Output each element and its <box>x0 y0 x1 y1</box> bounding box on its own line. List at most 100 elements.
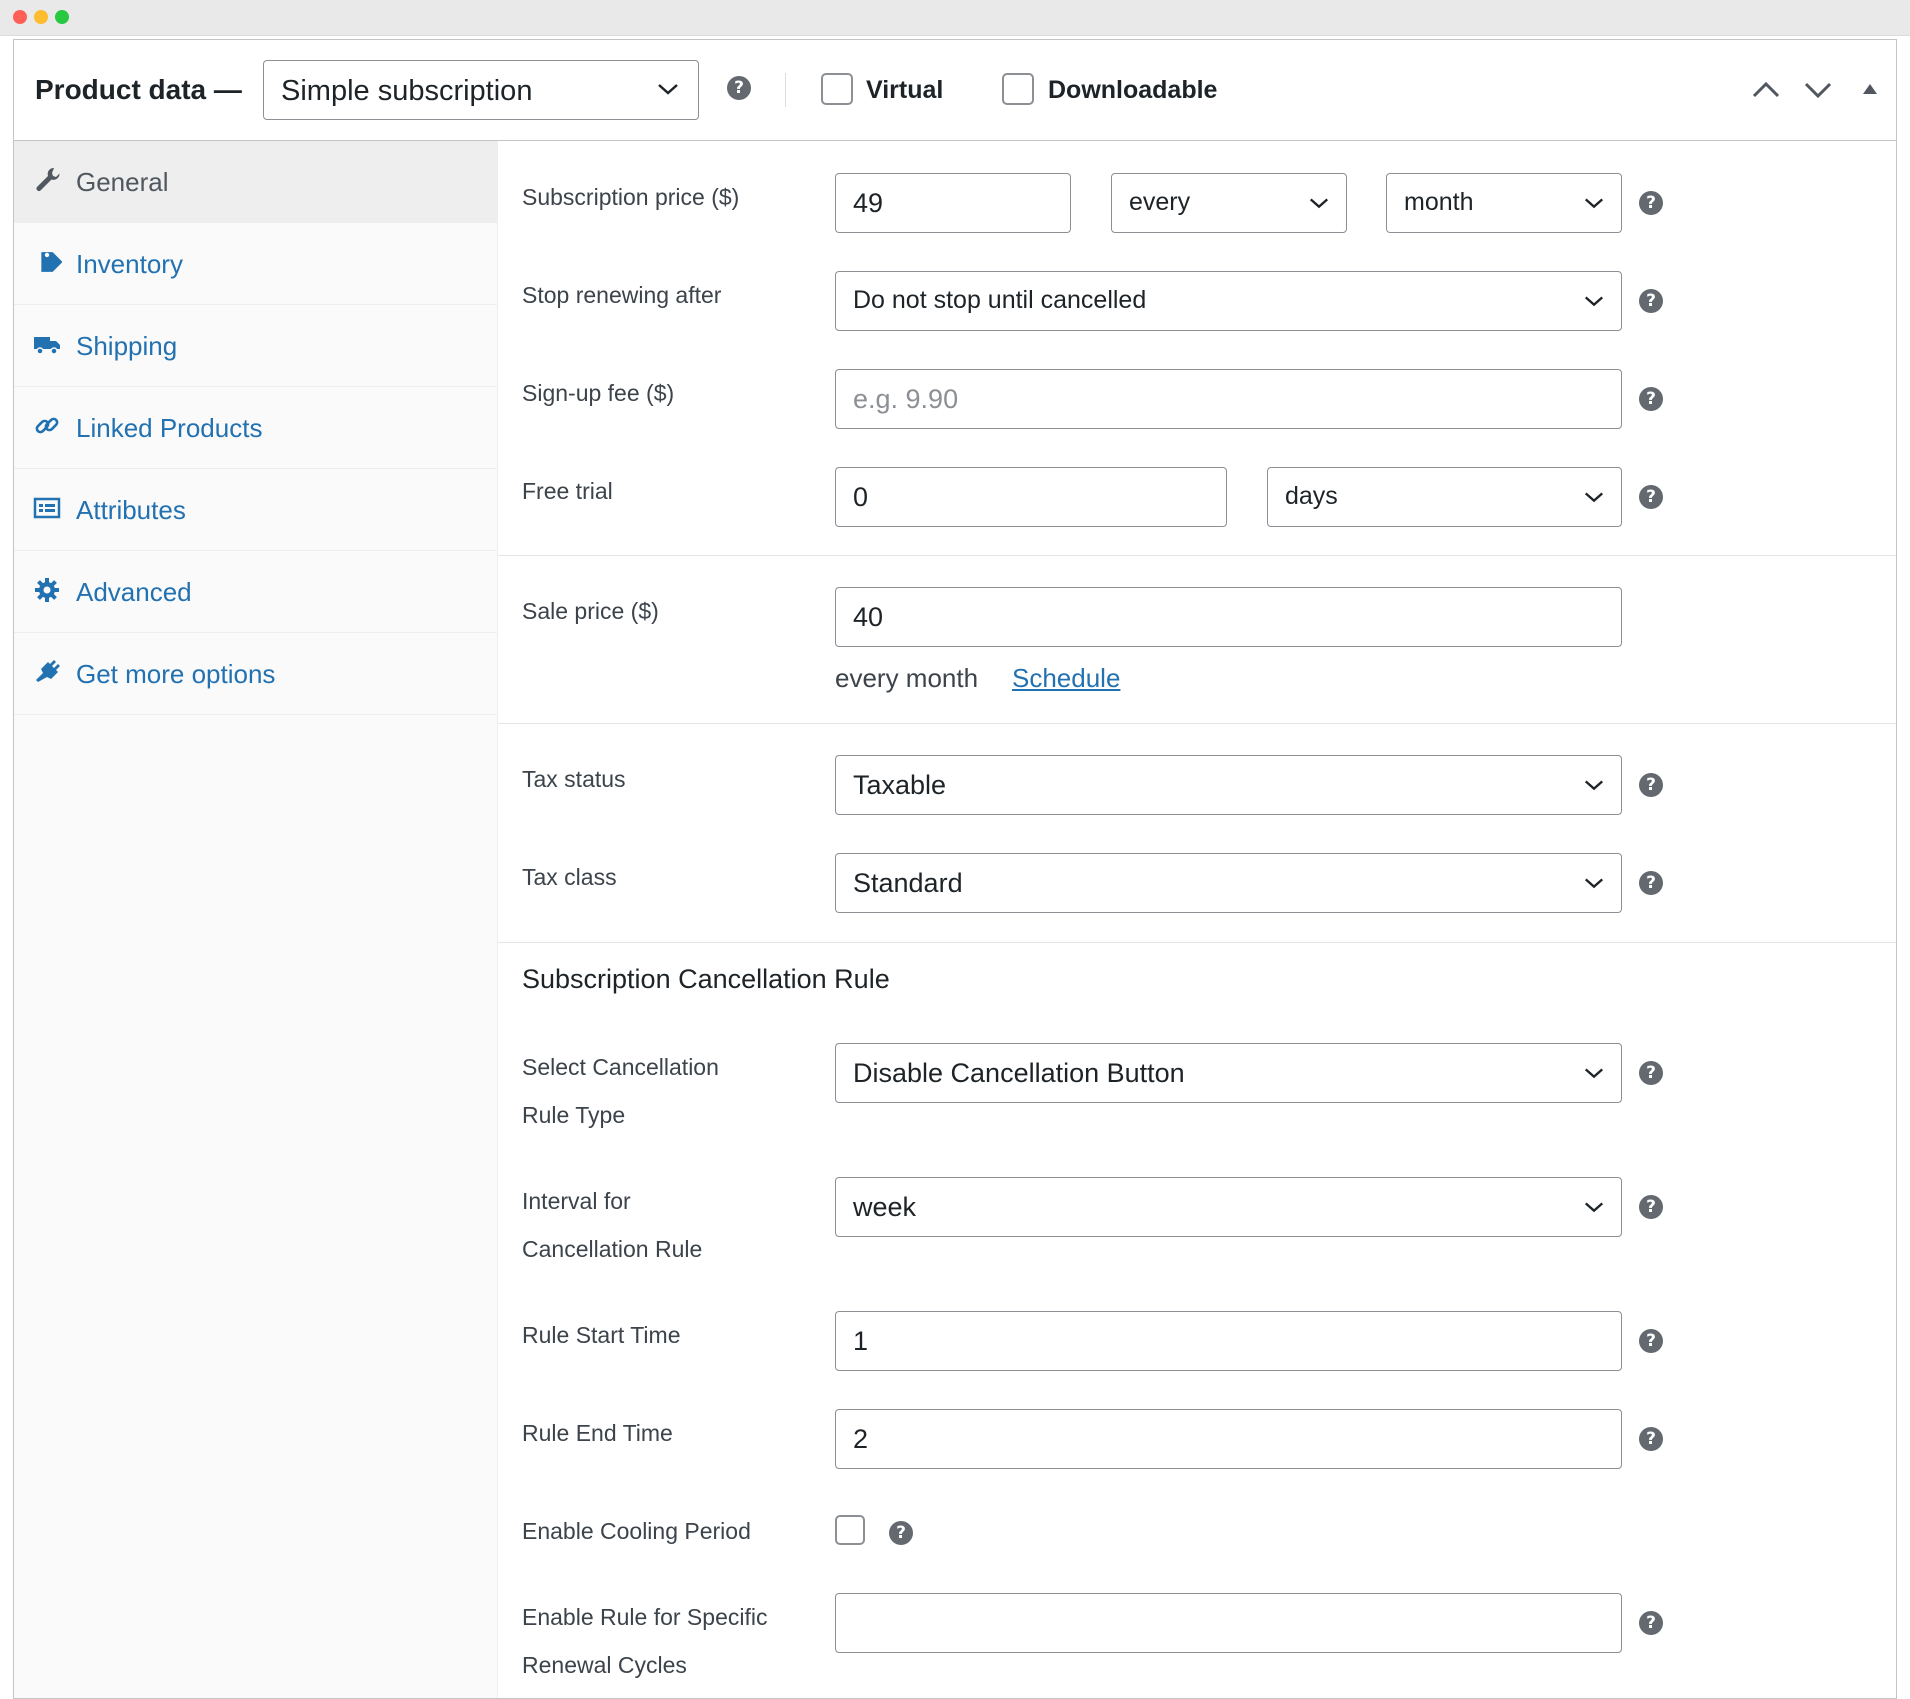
help-icon[interactable]: ? <box>1639 191 1663 215</box>
chevron-down-icon <box>658 84 678 95</box>
section-divider <box>498 942 1896 943</box>
rule-start-time-input[interactable]: 1 <box>835 1311 1622 1371</box>
move-down-icon[interactable] <box>1798 70 1838 110</box>
truck-icon <box>34 337 60 355</box>
subscription-length-select[interactable]: Do not stop until cancelled <box>835 271 1622 331</box>
tab-inventory[interactable]: Inventory <box>14 223 498 305</box>
help-icon[interactable]: ? <box>1639 1061 1663 1085</box>
cooling-period-label: Enable Cooling Period <box>522 1518 751 1544</box>
help-icon[interactable]: ? <box>1639 1329 1663 1353</box>
product-data-header: Product data — Simple subscription ? Vir… <box>14 40 1896 141</box>
renewal-cycles-input[interactable] <box>835 1593 1622 1653</box>
rule-start-time-value: 1 <box>853 1326 869 1356</box>
chevron-down-icon <box>1309 198 1329 209</box>
help-icon[interactable]: ? <box>1639 773 1663 797</box>
free-trial-length-value: 0 <box>853 482 869 512</box>
chevron-down-icon <box>1584 492 1604 503</box>
tab-linked-products-label: Linked Products <box>76 413 263 443</box>
renewal-cycles-label: Enable Rule for Specific Renewal Cycles <box>522 1593 767 1689</box>
billing-interval-value: every <box>1129 188 1191 216</box>
tax-status-label: Tax status <box>522 766 626 792</box>
divider <box>785 73 786 107</box>
free-trial-period-value: days <box>1285 482 1338 510</box>
sale-price-input[interactable]: 40 <box>835 587 1622 647</box>
close-window-button[interactable] <box>13 10 27 24</box>
tab-general[interactable]: General <box>14 141 498 223</box>
plugin-icon <box>36 660 60 682</box>
tab-shipping[interactable]: Shipping <box>14 305 498 387</box>
cancellation-interval-label: Interval for Cancellation Rule <box>522 1177 702 1273</box>
help-icon[interactable]: ? <box>889 1521 913 1545</box>
virtual-checkbox[interactable] <box>821 73 853 105</box>
label-line: Interval for <box>522 1188 631 1214</box>
general-options-panel: Subscription price ($) 49 every month ? … <box>498 141 1896 1698</box>
tab-general-label: General <box>76 167 169 197</box>
rule-start-time-label: Rule Start Time <box>522 1322 681 1348</box>
section-divider <box>498 723 1896 724</box>
chevron-down-icon <box>1584 1068 1604 1079</box>
tab-attributes[interactable]: Attributes <box>14 469 498 551</box>
free-trial-label: Free trial <box>522 478 613 504</box>
chevron-down-icon <box>1584 1202 1604 1213</box>
signup-fee-label: Sign-up fee ($) <box>522 380 675 406</box>
stop-renewing-label: Stop renewing after <box>522 282 722 308</box>
tax-class-value: Standard <box>853 868 963 898</box>
label-line: Rule Type <box>522 1102 626 1128</box>
cooling-period-checkbox[interactable] <box>835 1515 865 1545</box>
chevron-down-icon <box>1584 878 1604 889</box>
label-line: Renewal Cycles <box>522 1652 687 1678</box>
product-data-panel: Product data — Simple subscription ? Vir… <box>13 39 1897 1699</box>
free-trial-length-input[interactable]: 0 <box>835 467 1227 527</box>
help-icon[interactable]: ? <box>1639 485 1663 509</box>
help-icon[interactable]: ? <box>727 76 751 100</box>
gear-icon <box>35 578 59 602</box>
billing-period-value: month <box>1404 188 1474 216</box>
sale-price-label: Sale price ($) <box>522 598 659 624</box>
schedule-link[interactable]: Schedule <box>1012 663 1120 694</box>
cancellation-interval-value: week <box>853 1192 917 1222</box>
tab-advanced[interactable]: Advanced <box>14 551 498 633</box>
help-icon[interactable]: ? <box>1639 1427 1663 1451</box>
tab-advanced-label: Advanced <box>76 577 192 607</box>
subscription-price-label: Subscription price ($) <box>522 184 740 210</box>
label-line: Select Cancellation <box>522 1054 719 1080</box>
tax-status-select[interactable]: Taxable <box>835 755 1622 815</box>
help-icon[interactable]: ? <box>1639 289 1663 313</box>
window-titlebar <box>0 0 1910 36</box>
cancellation-section-title: Subscription Cancellation Rule <box>522 964 890 994</box>
product-type-select[interactable]: Simple subscription <box>263 60 699 120</box>
signup-fee-input[interactable]: e.g. 9.90 <box>835 369 1622 429</box>
help-icon[interactable]: ? <box>1639 387 1663 411</box>
help-icon[interactable]: ? <box>1639 1195 1663 1219</box>
label-line: Enable Rule for Specific <box>522 1604 768 1630</box>
cancellation-rule-type-value: Disable Cancellation Button <box>853 1058 1185 1088</box>
downloadable-checkbox[interactable] <box>1002 73 1034 105</box>
tax-class-select[interactable]: Standard <box>835 853 1622 913</box>
tag-icon <box>41 252 62 272</box>
subscription-price-input[interactable]: 49 <box>835 173 1071 233</box>
sale-price-period-text: every month <box>835 663 979 693</box>
wrench-icon <box>36 167 60 191</box>
help-icon[interactable]: ? <box>1639 1611 1663 1635</box>
virtual-label: Virtual <box>866 76 944 104</box>
list-icon <box>33 497 61 519</box>
move-up-icon[interactable] <box>1746 70 1786 110</box>
rule-end-time-value: 2 <box>853 1424 869 1454</box>
rule-end-time-input[interactable]: 2 <box>835 1409 1622 1469</box>
chevron-down-icon <box>1584 780 1604 791</box>
billing-interval-select[interactable]: every <box>1111 173 1347 233</box>
link-icon <box>35 417 59 434</box>
billing-period-select[interactable]: month <box>1386 173 1622 233</box>
cancellation-interval-select[interactable]: week <box>835 1177 1622 1237</box>
tab-get-more-options[interactable]: Get more options <box>14 633 498 715</box>
subscription-length-value: Do not stop until cancelled <box>853 286 1147 314</box>
collapse-toggle-icon[interactable] <box>1850 70 1890 110</box>
product-data-tabs: General Inventory Shipping Linked Produc… <box>14 141 498 1698</box>
help-icon[interactable]: ? <box>1639 871 1663 895</box>
panel-title: Product data — <box>35 74 242 105</box>
tab-linked-products[interactable]: Linked Products <box>14 387 498 469</box>
maximize-window-button[interactable] <box>55 10 69 24</box>
minimize-window-button[interactable] <box>34 10 48 24</box>
cancellation-rule-type-select[interactable]: Disable Cancellation Button <box>835 1043 1622 1103</box>
free-trial-period-select[interactable]: days <box>1267 467 1622 527</box>
